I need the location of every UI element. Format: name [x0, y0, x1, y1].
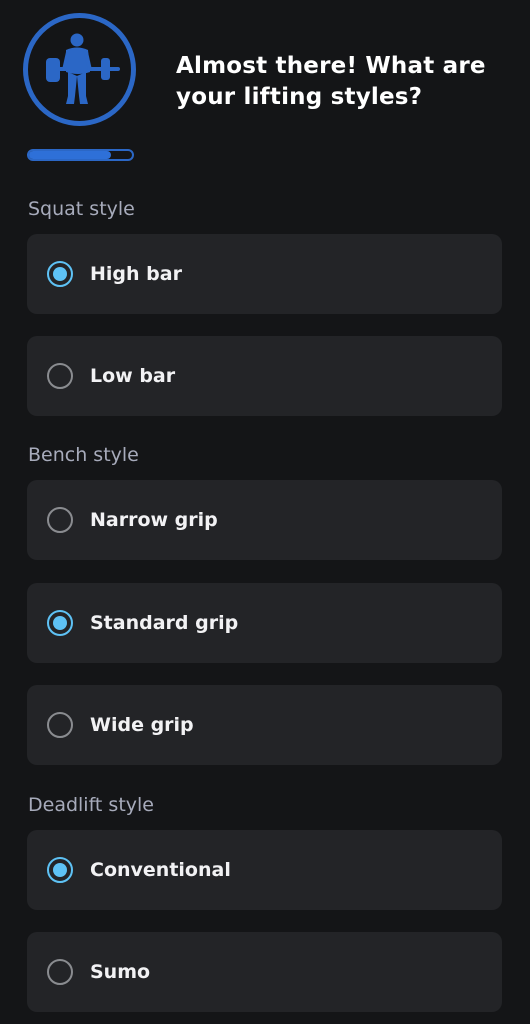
option-label: Sumo [90, 961, 151, 983]
progress-bar [27, 149, 134, 161]
option-wide-grip[interactable]: Wide grip [27, 685, 502, 765]
option-label: Low bar [90, 365, 176, 387]
option-standard-grip[interactable]: Standard grip [27, 583, 502, 663]
weightlifter-icon [23, 13, 136, 126]
option-low-bar[interactable]: Low bar [27, 336, 502, 416]
radio-button[interactable] [47, 363, 73, 389]
radio-button[interactable] [47, 959, 73, 985]
radio-button[interactable] [47, 610, 73, 636]
page-title: Almost there! What are your lifting styl… [176, 53, 486, 110]
option-high-bar[interactable]: High bar [27, 234, 502, 314]
option-conventional[interactable]: Conventional [27, 830, 502, 910]
section-label-bench: Bench style [28, 444, 139, 466]
radio-button[interactable] [47, 712, 73, 738]
option-label: Narrow grip [90, 509, 218, 531]
header: Almost there! What are your lifting styl… [0, 0, 530, 161]
option-sumo[interactable]: Sumo [27, 932, 502, 1012]
radio-button[interactable] [47, 507, 73, 533]
section-label-squat: Squat style [28, 198, 135, 220]
option-label: Conventional [90, 859, 231, 881]
progress-fill [29, 151, 112, 159]
section-label-deadlift: Deadlift style [28, 794, 154, 816]
option-label: High bar [90, 263, 182, 285]
option-narrow-grip[interactable]: Narrow grip [27, 480, 502, 560]
radio-button[interactable] [47, 857, 73, 883]
option-label: Wide grip [90, 714, 194, 736]
radio-button[interactable] [47, 261, 73, 287]
option-label: Standard grip [90, 612, 239, 634]
